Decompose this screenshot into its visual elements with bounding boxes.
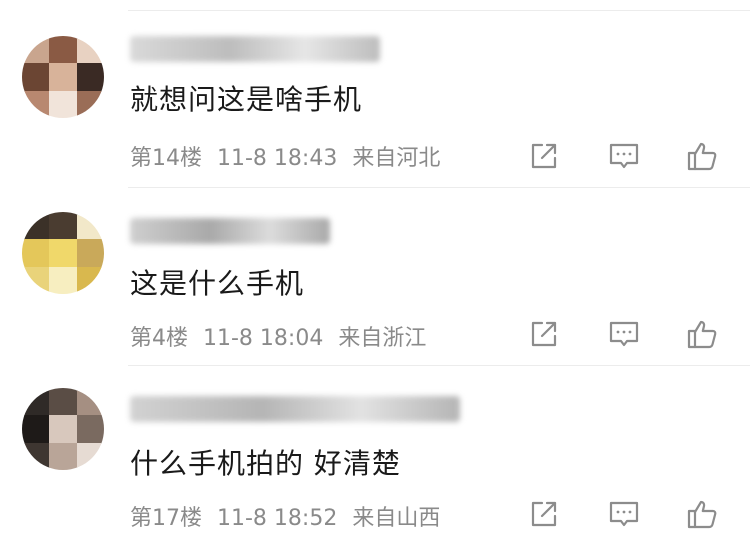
avatar-pixel <box>22 36 51 65</box>
comment-actions <box>0 138 750 178</box>
avatar-pixel <box>76 36 104 65</box>
avatar-pixel <box>76 239 104 268</box>
like-button[interactable] <box>684 316 720 352</box>
avatar-pixel <box>22 442 51 470</box>
reply-button[interactable] <box>606 316 642 352</box>
username-blurred[interactable] <box>130 36 380 62</box>
avatar-pixel <box>76 212 104 241</box>
avatar-pixel <box>76 388 104 417</box>
avatar-pixel <box>22 90 51 118</box>
comment-icon <box>609 321 639 347</box>
comment-icon <box>609 143 639 169</box>
comment-actions <box>0 496 750 536</box>
avatar[interactable] <box>22 212 104 294</box>
avatar-pixel <box>22 415 51 444</box>
share-button[interactable] <box>526 316 562 352</box>
avatar-pixel <box>22 388 51 417</box>
like-icon <box>687 500 717 529</box>
avatar-pixel <box>22 63 51 92</box>
avatar-pixel <box>22 212 51 241</box>
avatar-pixel <box>49 415 78 444</box>
share-button[interactable] <box>526 138 562 174</box>
avatar[interactable] <box>22 36 104 118</box>
avatar-pixel <box>49 36 78 65</box>
avatar-pixel <box>76 266 104 294</box>
avatar-pixel <box>76 63 104 92</box>
comment-icon <box>609 501 639 527</box>
comment-item: 什么手机拍的 好清楚 第17楼 11-8 18:52 来自山西 <box>0 366 750 542</box>
avatar-pixel <box>76 415 104 444</box>
comment-text: 就想问这是啥手机 <box>130 83 363 116</box>
share-icon <box>531 321 557 347</box>
reply-button[interactable] <box>606 496 642 532</box>
share-icon <box>531 501 557 527</box>
comment-text: 什么手机拍的 好清楚 <box>130 447 401 480</box>
avatar-pixel <box>49 63 78 92</box>
like-icon <box>687 320 717 349</box>
username-blurred[interactable] <box>130 218 330 244</box>
like-button[interactable] <box>684 496 720 532</box>
avatar[interactable] <box>22 388 104 470</box>
avatar-pixel <box>49 388 78 417</box>
avatar-pixel <box>49 266 78 294</box>
share-button[interactable] <box>526 496 562 532</box>
avatar-pixel <box>49 90 78 118</box>
like-button[interactable] <box>684 138 720 174</box>
avatar-pixel <box>76 442 104 470</box>
avatar-pixel <box>49 442 78 470</box>
avatar-pixel <box>22 266 51 294</box>
avatar-pixel <box>49 212 78 241</box>
reply-button[interactable] <box>606 138 642 174</box>
comment-text: 这是什么手机 <box>130 267 305 300</box>
like-icon <box>687 142 717 171</box>
avatar-pixel <box>22 239 51 268</box>
avatar-pixel <box>49 239 78 268</box>
username-blurred[interactable] <box>130 396 460 422</box>
comment-actions <box>0 316 750 356</box>
comment-item: 就想问这是啥手机 第14楼 11-8 18:43 来自河北 <box>0 10 750 188</box>
share-icon <box>531 143 557 169</box>
avatar-pixel <box>76 90 104 118</box>
comment-item: 这是什么手机 第4楼 11-8 18:04 来自浙江 <box>0 188 750 366</box>
